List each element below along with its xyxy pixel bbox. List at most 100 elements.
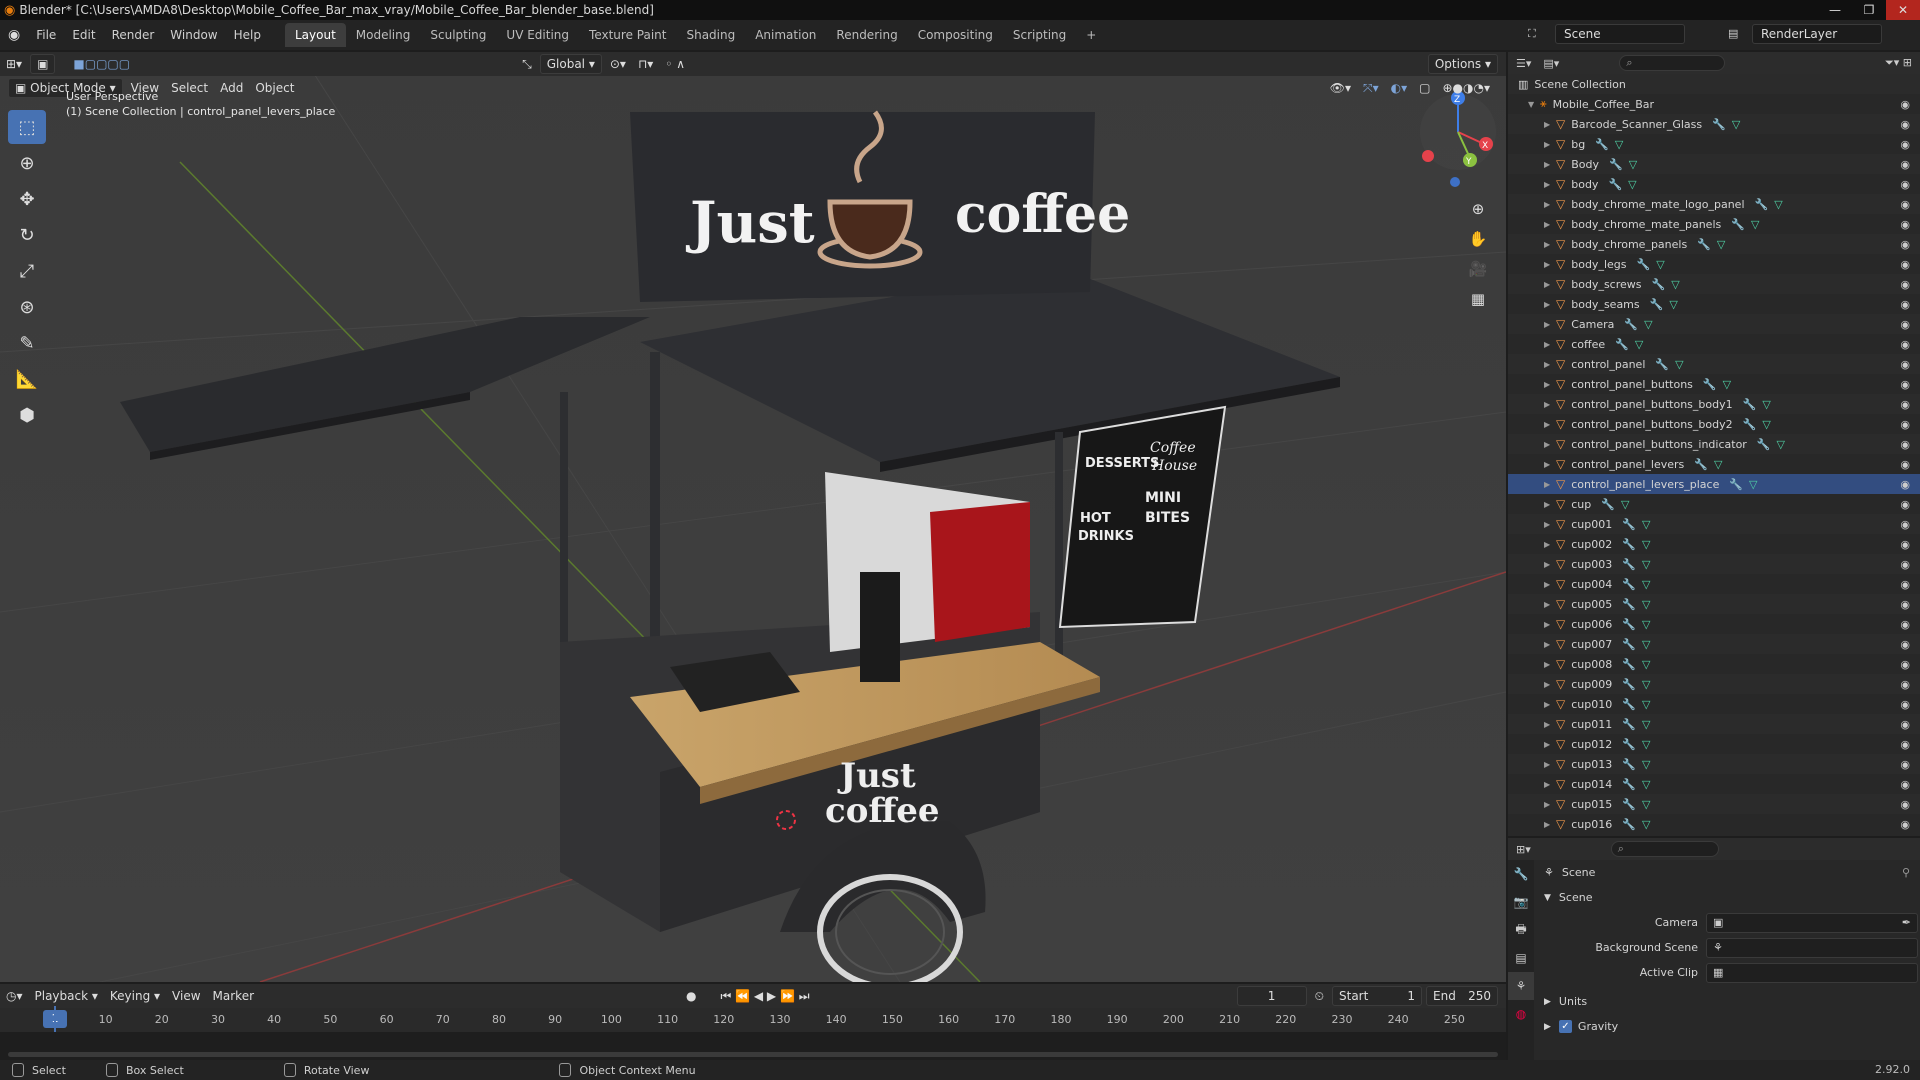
mesh-data-icon[interactable]: ▽ xyxy=(1642,558,1650,571)
outliner-item[interactable]: ▶ ▽ body_chrome_mate_logo_panel 🔧 ▽ ◉ xyxy=(1508,194,1920,214)
timeline-editor-icon[interactable]: ◷▾ xyxy=(0,986,29,1006)
gizmo-toggle-icon[interactable]: ⤧▾ xyxy=(1357,78,1385,98)
xray-icon[interactable]: ▢ xyxy=(1413,78,1436,98)
mesh-data-icon[interactable]: ▽ xyxy=(1675,358,1683,371)
eye-icon[interactable]: ◉ xyxy=(1900,798,1910,811)
expand-icon[interactable]: ▶ xyxy=(1544,220,1556,229)
outliner-item[interactable]: ▶ ▽ cup009 🔧 ▽ ◉ xyxy=(1508,674,1920,694)
active-clip-field[interactable]: ▦ xyxy=(1706,962,1918,983)
timeline-track[interactable] xyxy=(0,1032,1506,1060)
outliner-item[interactable]: ▶ ▽ cup006 🔧 ▽ ◉ xyxy=(1508,614,1920,634)
expand-icon[interactable]: ▶ xyxy=(1544,440,1556,449)
menu-object[interactable]: Object xyxy=(249,78,300,98)
record-icon[interactable]: ● xyxy=(680,986,702,1006)
playback-controls-icon[interactable]: ⏮ ⏪ ◀ ▶ ⏩ ⏭ xyxy=(715,986,816,1006)
mesh-data-icon[interactable]: ▽ xyxy=(1714,458,1722,471)
gravity-checkbox[interactable]: ✓ xyxy=(1558,1020,1572,1033)
mesh-data-icon[interactable]: ▽ xyxy=(1642,678,1650,691)
expand-icon[interactable]: ▶ xyxy=(1544,520,1556,529)
add-workspace-button[interactable]: + xyxy=(1076,23,1106,47)
expand-icon[interactable]: ▶ xyxy=(1544,540,1556,549)
menu-window[interactable]: Window xyxy=(162,28,225,42)
outliner-item[interactable]: ▶ ▽ cup016 🔧 ▽ ◉ xyxy=(1508,814,1920,834)
eye-icon[interactable]: ◉ xyxy=(1900,138,1910,151)
eye-icon[interactable]: ◉ xyxy=(1900,98,1910,111)
outliner-collection[interactable]: ▼ ⚹ Mobile_Coffee_Bar ◉ xyxy=(1508,94,1920,114)
outliner-editor-icon[interactable]: ☰▾ xyxy=(1516,57,1531,70)
mesh-data-icon[interactable]: ▽ xyxy=(1642,578,1650,591)
tab-uv-editing[interactable]: UV Editing xyxy=(496,23,579,47)
mesh-data-icon[interactable]: ▽ xyxy=(1774,198,1782,211)
wrench-icon[interactable]: 🔧 xyxy=(1615,338,1629,351)
mesh-data-icon[interactable]: ▽ xyxy=(1642,618,1650,631)
mesh-data-icon[interactable]: ▽ xyxy=(1629,158,1637,171)
eye-icon[interactable]: ◉ xyxy=(1900,178,1910,191)
outliner-item[interactable]: ▶ ▽ body_chrome_mate_panels 🔧 ▽ ◉ xyxy=(1508,214,1920,234)
selection-modes-icon[interactable]: ■▢▢▢▢ xyxy=(67,54,136,74)
expand-icon[interactable]: ▶ xyxy=(1544,160,1556,169)
scene-selector[interactable]: Scene xyxy=(1555,24,1685,44)
view-layer-icon[interactable]: ▤ xyxy=(1728,27,1738,40)
eye-icon[interactable]: ◉ xyxy=(1900,658,1910,671)
eyedropper-icon[interactable]: ✒ xyxy=(1902,916,1911,929)
outliner-item[interactable]: ▶ ▽ cup015 🔧 ▽ ◉ xyxy=(1508,794,1920,814)
wrench-icon[interactable]: 🔧 xyxy=(1622,518,1636,531)
transform-orientation-select[interactable]: Global ▾ xyxy=(539,54,602,74)
eye-icon[interactable]: ◉ xyxy=(1900,578,1910,591)
outliner-item[interactable]: ▶ ▽ body_chrome_panels 🔧 ▽ ◉ xyxy=(1508,234,1920,254)
blender-menu-icon[interactable]: ◉ xyxy=(0,27,28,43)
select-box-mode-icon[interactable]: ▣ xyxy=(30,54,56,74)
outliner-item[interactable]: ▶ ▽ control_panel_levers 🔧 ▽ ◉ xyxy=(1508,454,1920,474)
output-tab-icon[interactable]: 🖶 xyxy=(1508,916,1534,944)
wrench-icon[interactable]: 🔧 xyxy=(1743,418,1757,431)
mesh-data-icon[interactable]: ▽ xyxy=(1642,598,1650,611)
mesh-data-icon[interactable]: ▽ xyxy=(1642,818,1650,831)
eye-icon[interactable]: ◉ xyxy=(1900,458,1910,471)
world-tab-icon[interactable]: ◍ xyxy=(1508,1000,1534,1028)
outliner-item[interactable]: ▶ ▽ cup008 🔧 ▽ ◉ xyxy=(1508,654,1920,674)
maximize-button[interactable]: ❐ xyxy=(1852,0,1886,20)
pin-icon[interactable]: ⚲ xyxy=(1902,866,1910,879)
mesh-data-icon[interactable]: ▽ xyxy=(1717,238,1725,251)
wrench-icon[interactable]: 🔧 xyxy=(1731,218,1745,231)
outliner-item[interactable]: ▶ ▽ control_panel_buttons_body2 🔧 ▽ ◉ xyxy=(1508,414,1920,434)
eye-icon[interactable]: ◉ xyxy=(1900,638,1910,651)
tab-sculpting[interactable]: Sculpting xyxy=(420,23,496,47)
outliner-item[interactable]: ▶ ▽ bg 🔧 ▽ ◉ xyxy=(1508,134,1920,154)
mesh-data-icon[interactable]: ▽ xyxy=(1671,278,1679,291)
mesh-data-icon[interactable]: ▽ xyxy=(1644,318,1652,331)
wrench-icon[interactable]: 🔧 xyxy=(1697,238,1711,251)
options-dropdown[interactable]: Options ▾ xyxy=(1427,54,1498,74)
wrench-icon[interactable]: 🔧 xyxy=(1595,138,1609,151)
wrench-icon[interactable]: 🔧 xyxy=(1622,538,1636,551)
wrench-icon[interactable]: 🔧 xyxy=(1622,738,1636,751)
menu-select[interactable]: Select xyxy=(165,78,214,98)
annotate-tool-icon[interactable]: ✎ xyxy=(8,326,46,360)
mesh-data-icon[interactable]: ▽ xyxy=(1749,478,1757,491)
view-layer-selector[interactable]: RenderLayer xyxy=(1752,24,1882,44)
outliner-item[interactable]: ▶ ▽ cup007 🔧 ▽ ◉ xyxy=(1508,634,1920,654)
eye-icon[interactable]: ◉ xyxy=(1900,718,1910,731)
wrench-icon[interactable]: 🔧 xyxy=(1703,378,1717,391)
ortho-grid-icon[interactable]: ▦ xyxy=(1464,284,1492,314)
wrench-icon[interactable]: 🔧 xyxy=(1624,318,1638,331)
expand-icon[interactable]: ▶ xyxy=(1544,740,1556,749)
expand-icon[interactable]: ▶ xyxy=(1544,760,1556,769)
eye-icon[interactable]: ◉ xyxy=(1900,318,1910,331)
wrench-icon[interactable]: 🔧 xyxy=(1622,718,1636,731)
tab-rendering[interactable]: Rendering xyxy=(826,23,907,47)
expand-icon[interactable]: ▶ xyxy=(1544,240,1556,249)
menu-file[interactable]: File xyxy=(28,28,64,42)
mesh-data-icon[interactable]: ▽ xyxy=(1615,138,1623,151)
mesh-data-icon[interactable]: ▽ xyxy=(1642,538,1650,551)
outliner-item[interactable]: ▶ ▽ body 🔧 ▽ ◉ xyxy=(1508,174,1920,194)
eye-icon[interactable]: ◉ xyxy=(1900,118,1910,131)
eye-icon[interactable]: ◉ xyxy=(1900,538,1910,551)
cursor-tool-icon[interactable]: ⊕ xyxy=(8,146,46,180)
tab-compositing[interactable]: Compositing xyxy=(908,23,1003,47)
timeline-scrollbar[interactable] xyxy=(8,1052,1498,1057)
expand-icon[interactable]: ▶ xyxy=(1544,420,1556,429)
expand-icon[interactable]: ▶ xyxy=(1544,200,1556,209)
eye-icon[interactable]: ◉ xyxy=(1900,438,1910,451)
add-cube-tool-icon[interactable]: ⬢ xyxy=(8,398,46,432)
